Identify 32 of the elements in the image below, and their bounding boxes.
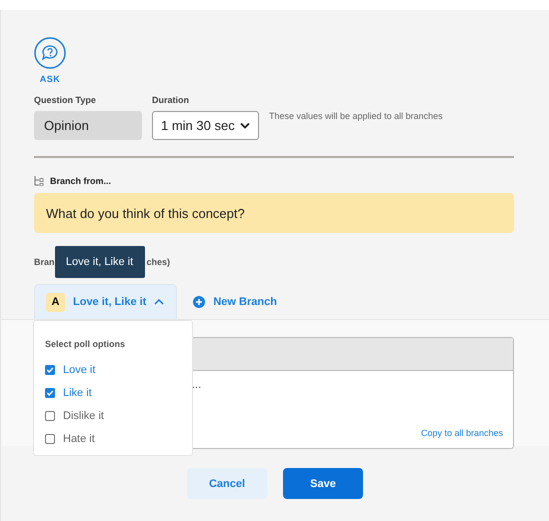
question-type-field: Opinion: [34, 111, 142, 140]
plus-icon: [193, 296, 206, 308]
branches-label: ches): [146, 257, 170, 267]
tooltip: Love it, Like it: [54, 246, 145, 278]
option-label[interactable]: Like it: [63, 386, 92, 398]
hint-text: These values will be applied to all branches: [269, 111, 443, 121]
question-text: What do you think of this concept?: [34, 193, 514, 233]
editor-text: ...: [192, 379, 202, 391]
checkbox[interactable]: [45, 364, 55, 374]
checkbox[interactable]: [45, 388, 55, 398]
branch-letter: A: [46, 292, 65, 312]
field-label: Duration: [152, 95, 190, 105]
chevron-down-icon: [240, 122, 250, 129]
option-label[interactable]: Hate it: [63, 432, 95, 444]
section-label: Branch from...: [50, 176, 112, 186]
duration-select[interactable]: 1 min 30 sec: [152, 111, 259, 140]
question-bubble-icon: [34, 37, 66, 69]
field-label: Question Type: [34, 95, 97, 105]
branch-tab[interactable]: A Love it, Like it: [34, 284, 178, 319]
save-button[interactable]: Save: [283, 468, 363, 499]
menu-title: Select poll options: [45, 339, 126, 349]
option-label[interactable]: Love it: [63, 364, 96, 376]
new-branch-button[interactable]: New Branch: [193, 296, 277, 308]
branch-icon: [34, 176, 44, 186]
cancel-button[interactable]: Cancel: [187, 468, 267, 499]
branches-label: Bran: [34, 257, 55, 267]
checkbox[interactable]: [45, 434, 55, 444]
option-label[interactable]: Dislike it: [63, 410, 104, 422]
caret-up-icon: [154, 299, 164, 305]
ask-label: ASK: [40, 74, 60, 84]
checkbox[interactable]: [45, 410, 55, 420]
copy-link[interactable]: Copy to all branches: [420, 428, 503, 438]
